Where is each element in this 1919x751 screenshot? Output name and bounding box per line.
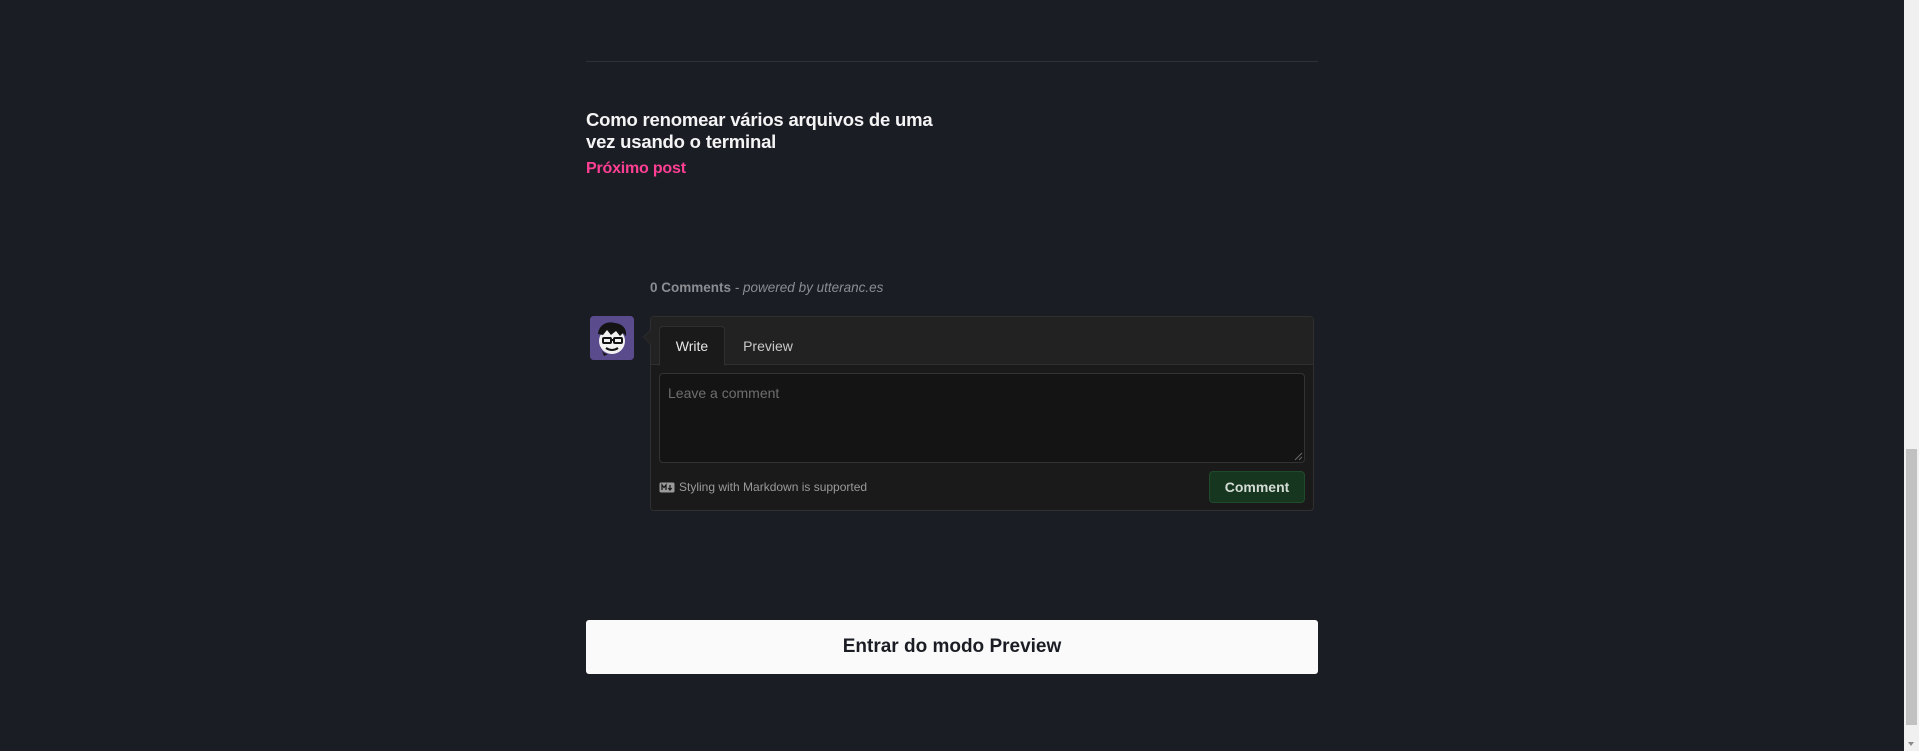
page: Como renomear vários arquivos de uma vez… [0,0,1919,751]
preview-mode-button[interactable]: Entrar do modo Preview [586,620,1318,674]
markdown-hint-text: Styling with Markdown is supported [679,480,868,494]
markdown-hint[interactable]: Styling with Markdown is supported [659,480,867,494]
comment-textarea[interactable] [659,373,1305,463]
comment-submit-button[interactable]: Comment [1209,471,1305,503]
comments-count: 0 Comments [650,280,732,295]
next-post-link[interactable]: Como renomear vários arquivos de uma vez… [586,109,966,178]
scrollbar-thumb[interactable] [1906,449,1917,725]
resize-grip-icon[interactable] [1294,452,1303,461]
avatar-image [590,316,634,360]
tab-write[interactable]: Write [659,326,725,366]
powered-by-link[interactable]: powered by utteranc.es [743,280,883,295]
next-post-title: Como renomear vários arquivos de uma vez… [586,109,933,152]
comments-separator: - [731,280,744,295]
tab-preview[interactable]: Preview [733,326,803,365]
section-divider [586,61,1318,62]
markdown-icon [659,482,675,492]
comment-form: Write Preview Styling with Markdown is s… [643,316,1314,511]
vertical-scrollbar[interactable] [1904,0,1919,751]
scroll-down-arrow-icon[interactable] [1908,742,1914,746]
next-post-label: Próximo post [586,160,686,177]
user-avatar-icon[interactable] [590,316,634,360]
comment-tab-bar: Write Preview [651,317,1313,366]
comments-header: 0 Comments - powered by utteranc.es [650,280,883,295]
